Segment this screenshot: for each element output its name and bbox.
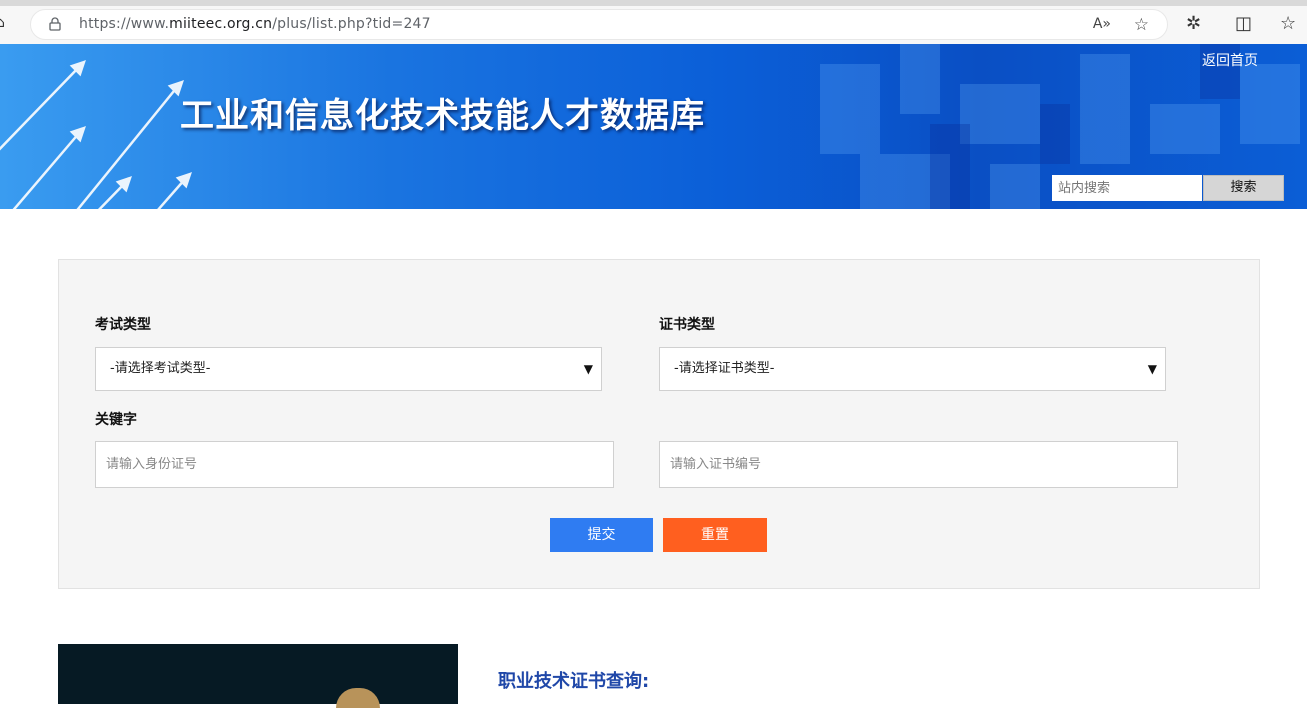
extensions-icon[interactable]: ✲ <box>1186 13 1201 34</box>
keyword-label: 关键字 <box>95 412 137 428</box>
query-form-panel: 考试类型 -请选择考试类型- ▼ 证书类型 -请选择证书类型- ▼ 关键字 请输… <box>58 259 1260 589</box>
favorites-icon[interactable]: ☆ <box>1280 13 1296 34</box>
cert-number-input[interactable]: 请输入证书编号 <box>659 441 1178 488</box>
address-bar[interactable]: https://www.miiteec.org.cn/plus/list.php… <box>30 9 1168 40</box>
lock-icon[interactable] <box>49 17 61 31</box>
url-text[interactable]: https://www.miiteec.org.cn/plus/list.php… <box>79 16 431 32</box>
section-title: 职业技术证书查询: <box>498 671 650 692</box>
exam-type-select[interactable]: -请选择考试类型- ▼ <box>95 347 602 391</box>
emblem-icon <box>336 688 380 708</box>
split-screen-icon[interactable]: ◫ <box>1235 13 1252 34</box>
tab-strip <box>0 0 1307 6</box>
certificate-image <box>58 644 458 708</box>
home-icon[interactable]: ⌂ <box>0 16 10 30</box>
cert-type-select[interactable]: -请选择证书类型- ▼ <box>659 347 1166 391</box>
exam-type-label: 考试类型 <box>95 317 151 333</box>
home-link[interactable]: 返回首页 <box>1202 50 1258 70</box>
chevron-down-icon: ▼ <box>1147 362 1157 376</box>
chevron-down-icon: ▼ <box>583 362 593 376</box>
favorite-star-icon[interactable]: ☆ <box>1134 15 1149 35</box>
read-aloud-icon[interactable]: A» <box>1093 16 1111 32</box>
site-search-input[interactable] <box>1052 175 1202 201</box>
browser-toolbar: ⌂ https://www.miiteec.org.cn/plus/list.p… <box>0 0 1307 45</box>
site-banner: 工业和信息化技术技能人才数据库 返回首页 搜索 <box>0 44 1307 209</box>
cert-type-label: 证书类型 <box>659 317 715 333</box>
reset-button[interactable]: 重置 <box>663 518 767 552</box>
cert-type-selected-value: -请选择证书类型- <box>674 361 775 376</box>
submit-button[interactable]: 提交 <box>550 518 653 552</box>
exam-type-selected-value: -请选择考试类型- <box>110 361 211 376</box>
id-number-input[interactable]: 请输入身份证号 <box>95 441 614 488</box>
site-title: 工业和信息化技术技能人才数据库 <box>180 96 705 136</box>
site-search-button[interactable]: 搜索 <box>1203 175 1284 201</box>
